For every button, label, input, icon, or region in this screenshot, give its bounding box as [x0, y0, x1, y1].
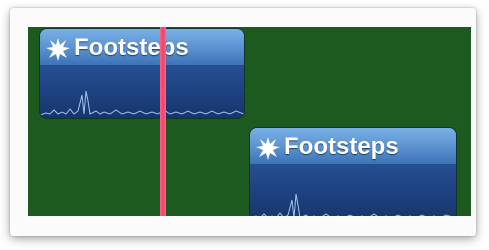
- burst-icon: [256, 137, 280, 160]
- clip-label: Footsteps: [284, 133, 399, 160]
- waveform: [40, 65, 244, 118]
- audio-clip[interactable]: Footsteps: [250, 128, 456, 216]
- playhead[interactable]: [160, 27, 166, 216]
- waveform: [250, 164, 456, 216]
- timeline-track[interactable]: Footsteps Footsteps: [28, 27, 471, 216]
- audio-clip[interactable]: Footsteps: [40, 29, 244, 118]
- burst-icon: [46, 38, 70, 61]
- clip-label: Footsteps: [74, 34, 189, 61]
